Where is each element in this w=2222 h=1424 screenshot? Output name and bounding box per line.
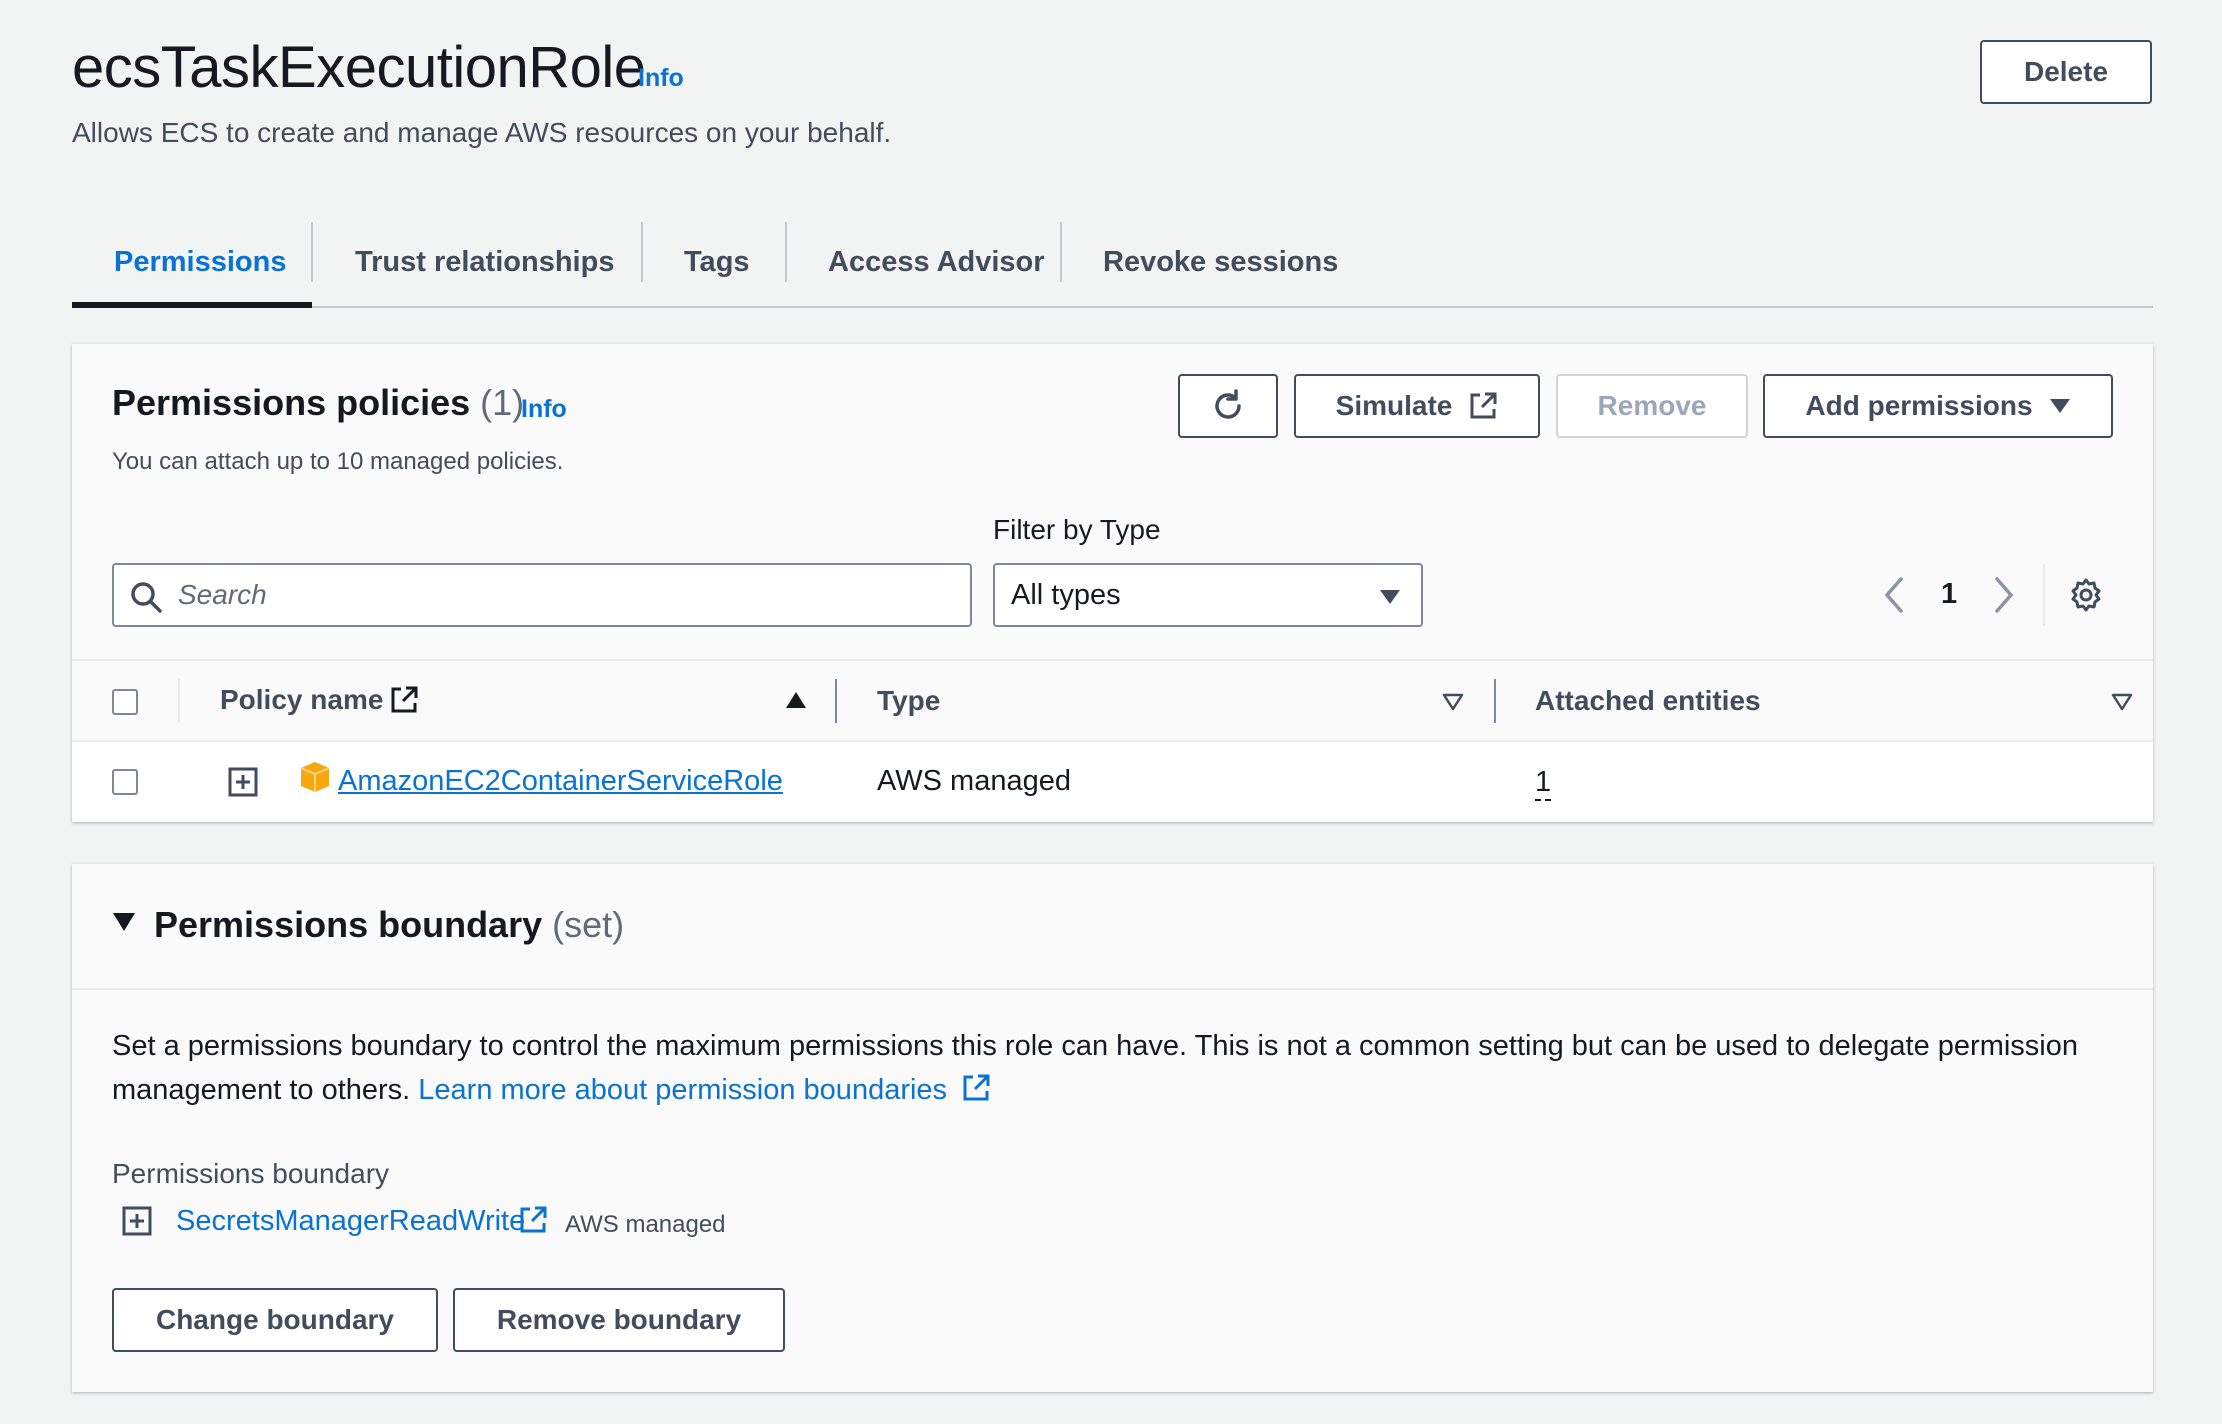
aws-managed-policy-icon (298, 760, 332, 794)
tab-bar: Permissions Trust relationships Tags Acc… (72, 216, 2153, 308)
tab-trust-relationships[interactable]: Trust relationships (355, 216, 614, 308)
row-checkbox[interactable] (112, 769, 138, 795)
column-header-attached-entities[interactable]: Attached entities (1535, 685, 1761, 717)
delete-button-label: Delete (2023, 56, 2109, 87)
filter-type-select[interactable]: All types (993, 563, 1423, 627)
change-boundary-button[interactable]: Change boundary (112, 1288, 438, 1352)
boundary-title: Permissions boundary (set) (154, 904, 624, 946)
tab-divider (785, 222, 787, 282)
boundary-field-label: Permissions boundary (112, 1158, 390, 1189)
pagination-divider (2043, 564, 2045, 626)
policy-type-cell: AWS managed (877, 765, 1071, 797)
select-all-checkbox[interactable] (112, 689, 138, 715)
attached-entities-count[interactable]: 1 (1535, 765, 1552, 801)
sort-icon[interactable] (2111, 693, 2133, 711)
expand-plus-icon[interactable] (228, 767, 258, 797)
add-permissions-button[interactable]: Add permissions (1763, 374, 2113, 438)
boundary-description-text: Set a permissions boundary to control th… (112, 1030, 2079, 1106)
tab-trust-relationships-label: Trust relationships (355, 245, 615, 278)
tab-revoke-sessions-label: Revoke sessions (1103, 245, 1339, 278)
search-icon (130, 581, 162, 613)
boundary-description: Set a permissions boundary to control th… (112, 1024, 2112, 1112)
boundary-section-header[interactable]: Permissions boundary (set) (72, 864, 2153, 990)
column-divider (1494, 679, 1496, 723)
settings-gear-icon[interactable] (2068, 577, 2104, 613)
policies-description: You can attach up to 10 managed policies… (112, 448, 564, 475)
tab-tags[interactable]: Tags (684, 216, 750, 308)
tab-divider (641, 222, 643, 282)
refresh-icon (1210, 388, 1246, 424)
permissions-policies-panel: Permissions policies (1) Info You can at… (72, 344, 2153, 822)
remove-button[interactable]: Remove (1556, 374, 1748, 438)
boundary-policy-type: AWS managed (565, 1211, 726, 1238)
policy-link-amazonec2containerservicerole[interactable]: AmazonEC2ContainerServiceRole (338, 765, 783, 798)
policies-title: Permissions policies (1) (112, 382, 524, 424)
caret-down-icon (1379, 589, 1401, 605)
boundary-status: (set) (552, 904, 625, 945)
change-boundary-label: Change boundary (155, 1304, 394, 1335)
title-info-link[interactable]: Info (638, 64, 684, 93)
learn-more-link[interactable]: Learn more about permission boundaries (418, 1074, 991, 1106)
next-page-icon[interactable] (1992, 576, 2016, 614)
caret-down-icon[interactable] (112, 912, 136, 932)
table-row: AmazonEC2ContainerServiceRole AWS manage… (72, 742, 2153, 822)
simulate-button-label: Simulate (1335, 390, 1453, 421)
remove-boundary-button[interactable]: Remove boundary (453, 1288, 785, 1352)
column-header-type[interactable]: Type (877, 685, 940, 717)
external-link-icon (389, 685, 419, 715)
column-divider (835, 679, 837, 723)
filter-selected-value: All types (1011, 579, 1121, 611)
refresh-button[interactable] (1178, 374, 1278, 438)
tab-divider (311, 222, 313, 282)
boundary-title-text: Permissions boundary (154, 904, 543, 945)
external-link-icon (518, 1205, 548, 1235)
column-header-policy-name[interactable]: Policy name (220, 684, 383, 716)
permissions-boundary-panel: Permissions boundary (set) Set a permiss… (72, 864, 2153, 1392)
search-placeholder: Search (178, 579, 267, 610)
policies-title-text: Permissions policies (112, 382, 471, 423)
search-input[interactable]: Search (112, 563, 972, 627)
page-title: ecsTaskExecutionRole (72, 35, 646, 100)
tab-access-advisor[interactable]: Access Advisor (828, 216, 1045, 308)
caret-down-icon (2049, 398, 2071, 414)
external-link-icon (961, 1073, 991, 1103)
policies-count: (1) (480, 382, 525, 423)
tab-permissions-label: Permissions (114, 245, 287, 278)
boundary-policy-link[interactable]: SecretsManagerReadWrite (176, 1205, 525, 1238)
add-permissions-label: Add permissions (1805, 390, 2033, 421)
sort-ascending-icon[interactable] (785, 691, 807, 709)
tab-divider (1060, 222, 1062, 282)
external-link-icon (1468, 391, 1498, 421)
tab-revoke-sessions[interactable]: Revoke sessions (1103, 216, 1338, 308)
active-tab-indicator (72, 302, 312, 308)
policy-name-header-label: Policy name (220, 684, 384, 715)
policies-info-link[interactable]: Info (521, 395, 567, 424)
previous-page-icon[interactable] (1882, 576, 1906, 614)
tab-permissions[interactable]: Permissions (114, 216, 286, 308)
policies-table-header: Policy name Type Attached entities (72, 659, 2153, 742)
delete-button[interactable]: Delete (1980, 40, 2152, 104)
tab-tags-label: Tags (684, 245, 750, 278)
tab-access-advisor-label: Access Advisor (828, 245, 1045, 278)
role-description: Allows ECS to create and manage AWS reso… (72, 117, 892, 148)
remove-boundary-label: Remove boundary (496, 1304, 742, 1335)
current-page-number[interactable]: 1 (1941, 578, 1957, 611)
remove-button-label: Remove (1597, 390, 1707, 421)
expand-plus-icon[interactable] (122, 1206, 152, 1236)
filter-label: Filter by Type (993, 514, 1161, 545)
sort-icon[interactable] (1442, 693, 1464, 711)
learn-more-link-text: Learn more about permission boundaries (418, 1074, 948, 1106)
simulate-button[interactable]: Simulate (1294, 374, 1540, 438)
column-divider (178, 679, 180, 723)
